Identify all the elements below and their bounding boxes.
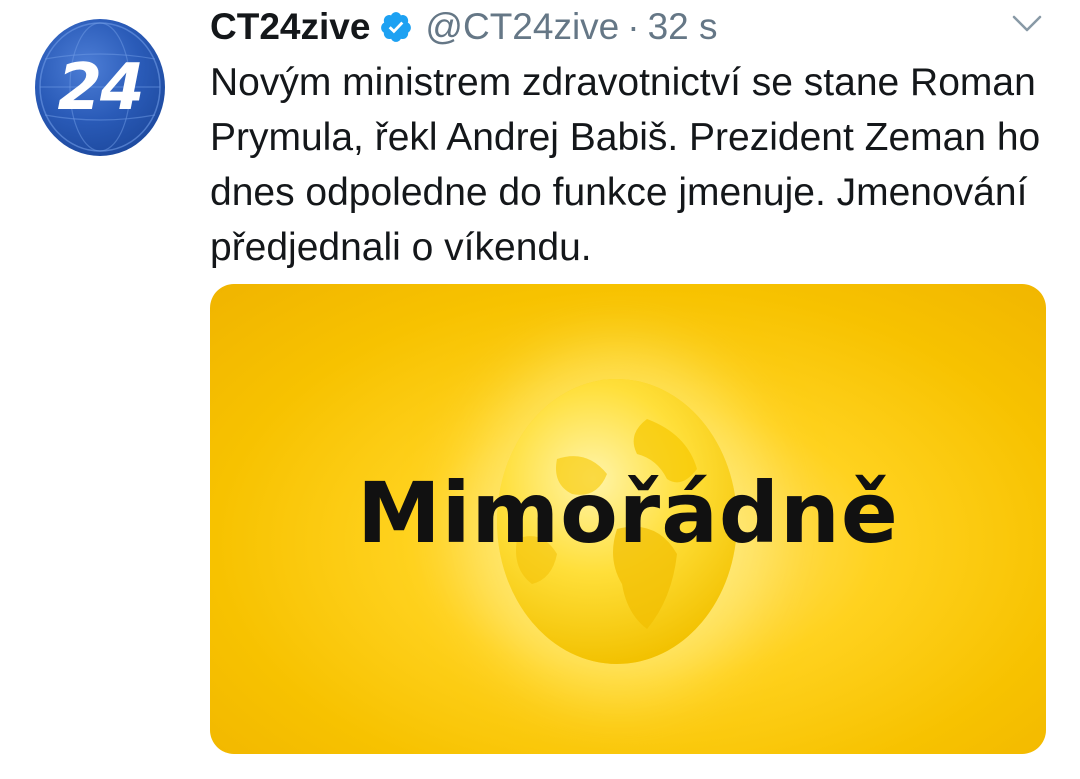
timestamp[interactable]: 32 s [648,6,718,48]
avatar-label: 24 [57,50,144,125]
separator: · [627,6,640,47]
tweet[interactable]: 24 CT24zive @CT24zive · 32 s Novým minis… [0,0,1080,779]
display-name[interactable]: CT24zive [210,6,370,48]
tweet-text: Novým ministrem zdravotnictví se stane R… [210,61,1041,269]
media-headline: Mimořádně [357,464,899,562]
media-card[interactable]: Mimořádně [210,284,1046,754]
avatar[interactable]: 24 [35,19,165,156]
tweet-header: CT24zive @CT24zive · 32 s [210,2,718,52]
handle[interactable]: @CT24zive [425,6,619,48]
chevron-down-icon[interactable] [1012,14,1042,34]
verified-badge-icon [381,12,412,42]
